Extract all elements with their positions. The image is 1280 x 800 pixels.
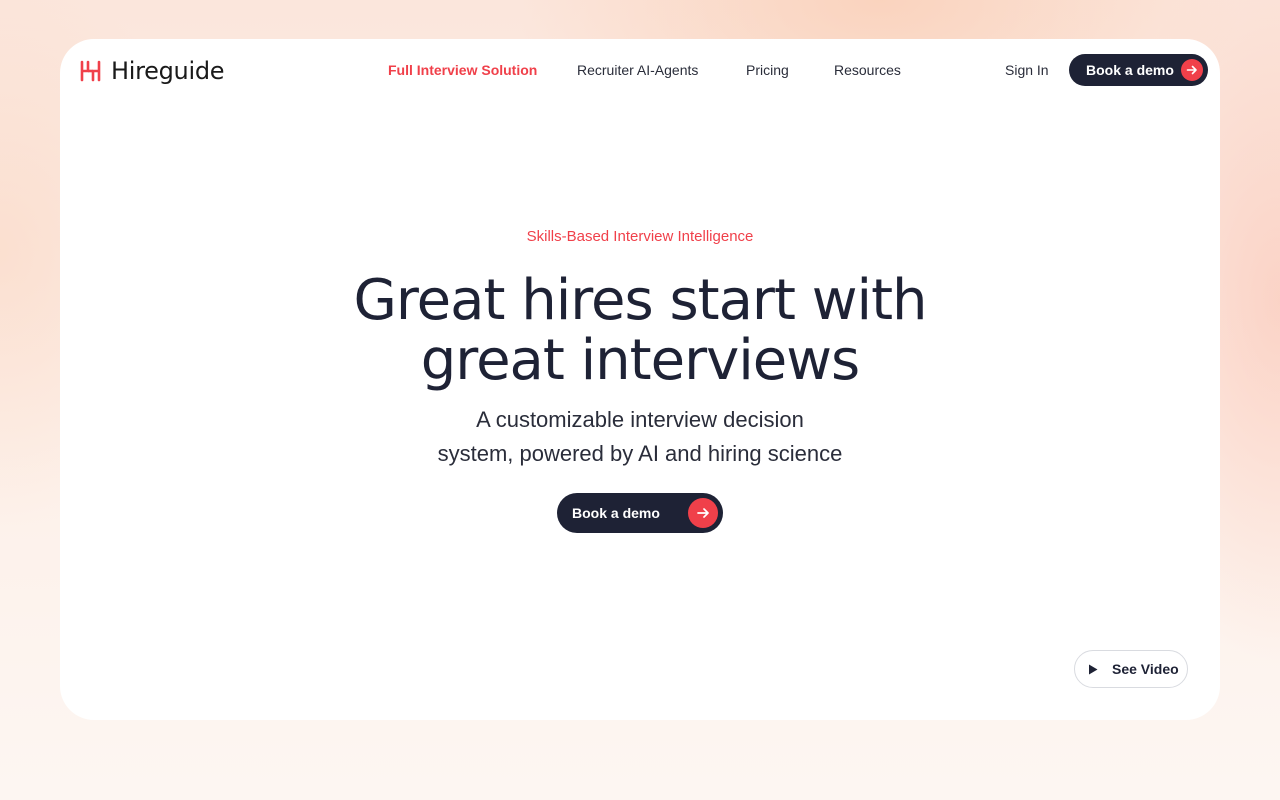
- hero-book-demo-label: Book a demo: [572, 505, 660, 521]
- hero-headline-line-2: great interviews: [420, 328, 860, 393]
- hero-headline-line-1: Great hires start with: [353, 268, 927, 333]
- see-video-button[interactable]: See Video: [1074, 650, 1188, 688]
- hero-eyebrow: Skills-Based Interview Intelligence: [526, 228, 754, 245]
- hero-headline: Great hires start with great interviews: [60, 271, 1220, 391]
- hero-subhead-line-1: A customizable interview decision: [476, 407, 804, 432]
- nav-item-pricing[interactable]: Pricing: [746, 61, 789, 79]
- arrow-right-icon: [688, 498, 718, 528]
- play-icon: [1089, 664, 1098, 674]
- nav-item-resources[interactable]: Resources: [834, 61, 901, 79]
- nav-item-recruiter-ai-agents[interactable]: Recruiter AI-Agents: [577, 61, 698, 79]
- nav-item-full-interview-solution[interactable]: Full Interview Solution: [388, 61, 537, 79]
- hero-card: Hireguide Full Interview Solution Recrui…: [60, 39, 1220, 720]
- arrow-right-icon: [1181, 59, 1203, 81]
- header-book-demo-button[interactable]: Book a demo: [1069, 54, 1208, 86]
- sign-in-link[interactable]: Sign In: [1005, 61, 1049, 79]
- header-book-demo-label: Book a demo: [1086, 62, 1174, 78]
- see-video-label: See Video: [1112, 661, 1179, 677]
- hero-book-demo-button[interactable]: Book a demo: [557, 493, 723, 533]
- hero-subhead: A customizable interview decision system…: [60, 403, 1220, 471]
- hero-subhead-line-2: system, powered by AI and hiring science: [437, 441, 843, 466]
